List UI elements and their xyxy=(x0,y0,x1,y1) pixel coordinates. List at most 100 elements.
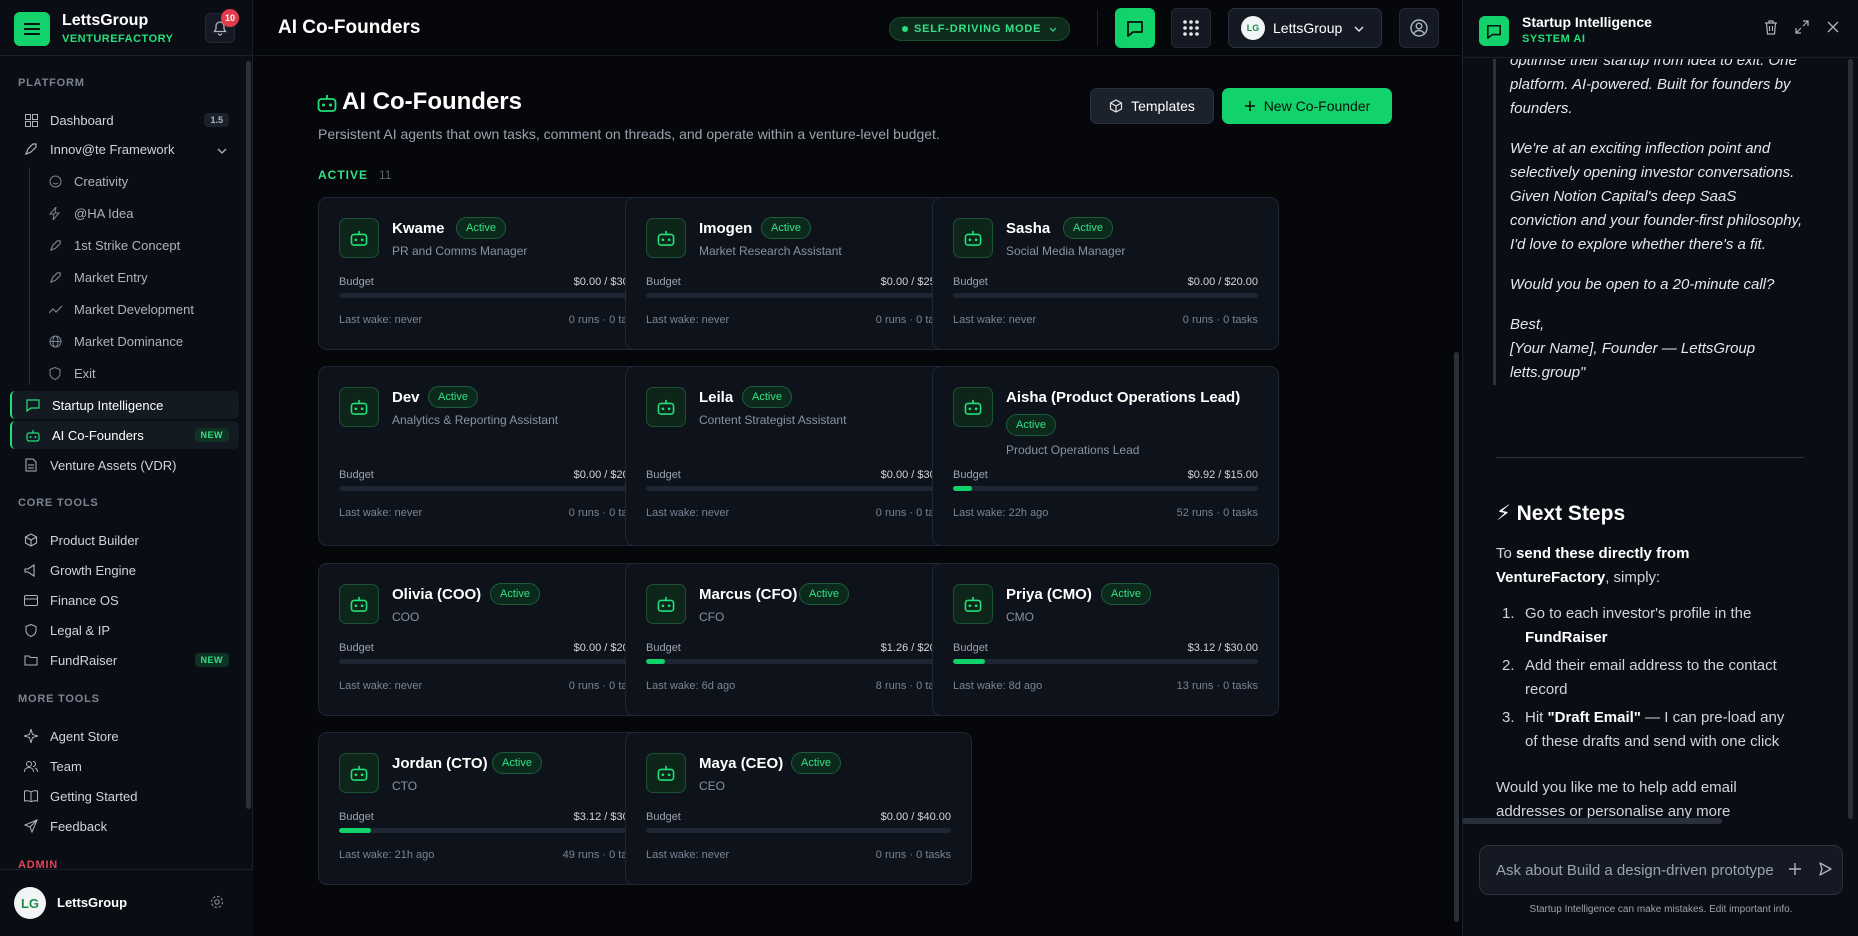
bot-icon xyxy=(657,765,675,781)
apps-grid-button[interactable] xyxy=(1171,8,1211,48)
budget-label: Budget xyxy=(953,276,988,288)
sidebar-item-startup-intelligence[interactable]: Startup Intelligence xyxy=(10,391,239,419)
sidebar-item-ai-cofounders[interactable]: AI Co-Founders NEW xyxy=(10,421,239,449)
sidebar-item-framework[interactable]: Innov@te Framework xyxy=(10,135,239,163)
new-badge: NEW xyxy=(194,653,229,667)
close-icon[interactable] xyxy=(1827,20,1839,38)
last-wake: Last wake: 22h ago xyxy=(953,507,1049,519)
agent-card[interactable]: Sasha Active Social Media Manager Budget $0.… xyxy=(932,197,1279,350)
sidebar-item-label: Innov@te Framework xyxy=(50,141,175,157)
chevron-down-icon xyxy=(217,142,227,157)
sidebar: LettsGroup VENTUREFACTORY 10 PLATFORM Da… xyxy=(0,0,253,936)
sidebar-item-product-builder[interactable]: Product Builder xyxy=(10,526,239,554)
agent-card[interactable]: Imogen Active Market Research Assistant Bud… xyxy=(625,197,972,350)
agent-card[interactable]: Maya (CEO) Active CEO Budget $0.00 / $40.00 L… xyxy=(625,732,972,885)
gear-icon[interactable] xyxy=(210,895,224,914)
trash-icon[interactable] xyxy=(1764,20,1778,40)
chat-icon xyxy=(26,398,40,412)
list-text: Go to each investor's profile in the xyxy=(1525,605,1752,622)
bot-icon xyxy=(964,230,982,246)
card-icon xyxy=(24,593,38,607)
agent-card[interactable]: Leila Active Content Strategist Assistant B… xyxy=(625,366,972,546)
sidebar-item-getting-started[interactable]: Getting Started xyxy=(10,782,239,810)
sidebar-item-market-entry[interactable]: Market Entry xyxy=(36,263,239,291)
agent-card[interactable]: Dev Active Analytics & Reporting Assistant… xyxy=(318,366,665,546)
tree-line xyxy=(29,167,30,385)
sidebar-item-venture-assets[interactable]: Venture Assets (VDR) xyxy=(10,451,239,479)
sidebar-item-agent-store[interactable]: Agent Store xyxy=(10,722,239,750)
sidebar-item-legal-ip[interactable]: Legal & IP xyxy=(10,616,239,644)
main-content: AI Co-Founders Persistent AI agents that… xyxy=(254,57,1461,936)
sidebar-item-market-development[interactable]: Market Development xyxy=(36,295,239,323)
user-menu-button[interactable] xyxy=(1399,8,1439,48)
org-avatar: LG xyxy=(1241,16,1265,40)
version-badge: 1.5 xyxy=(204,113,229,127)
sidebar-item-label: Startup Intelligence xyxy=(52,397,164,413)
expand-icon[interactable] xyxy=(1795,20,1809,39)
self-driving-mode-toggle[interactable]: SELF-DRIVING MODE xyxy=(889,17,1071,41)
org-name: LettsGroup xyxy=(1273,20,1343,36)
org-switcher[interactable]: LG LettsGroup xyxy=(1228,8,1382,48)
sidebar-item-label: Creativity xyxy=(74,173,129,189)
sidebar-item-first-strike[interactable]: 1st Strike Concept xyxy=(36,231,239,259)
list-number: 2. xyxy=(1502,657,1515,674)
chat-toggle-button[interactable] xyxy=(1115,8,1155,48)
sidebar-item-fundraiser[interactable]: FundRaiser NEW xyxy=(10,646,239,674)
sidebar-item-dashboard[interactable]: Dashboard 1.5 xyxy=(10,106,239,134)
assistant-input[interactable] xyxy=(1496,859,1776,894)
budget-progress-bar xyxy=(953,659,1258,664)
budget-progress-bar xyxy=(646,293,951,298)
sidebar-item-creativity[interactable]: Creativity xyxy=(36,167,239,195)
footer-org-name: LettsGroup xyxy=(57,895,128,910)
sidebar-item-label: 1st Strike Concept xyxy=(74,237,181,253)
assistant-messages: optimise their startup from idea to exit… xyxy=(1463,59,1858,823)
status-badge: Active xyxy=(799,583,849,605)
sidebar-item-team[interactable]: Team xyxy=(10,752,239,780)
new-cofounder-button[interactable]: New Co-Founder xyxy=(1222,88,1392,124)
sidebar-item-market-dominance[interactable]: Market Dominance xyxy=(36,327,239,355)
section-label-more: MORE TOOLS xyxy=(18,693,100,705)
run-count: 0 runs · 0 tasks xyxy=(875,849,951,861)
new-badge: NEW xyxy=(194,428,229,442)
plus-icon[interactable] xyxy=(1788,862,1802,881)
section-description: Persistent AI agents that own tasks, com… xyxy=(318,126,940,142)
agent-card[interactable]: Jordan (CTO) Active CTO Budget $3.12 / $30.0… xyxy=(318,732,665,885)
main-scrollbar[interactable] xyxy=(1454,352,1459,922)
agent-name: Leila xyxy=(699,389,734,406)
status-badge: Active xyxy=(1101,583,1151,605)
budget-progress-bar xyxy=(339,828,644,833)
team-icon xyxy=(24,759,38,773)
sidebar-item-feedback[interactable]: Feedback xyxy=(10,812,239,840)
bot-icon xyxy=(657,596,675,612)
agent-card[interactable]: Marcus (CFO) Active CFO Budget $1.26 / $20.0… xyxy=(625,563,972,716)
list-bold: "Draft Email" xyxy=(1547,709,1641,726)
agent-card[interactable]: Kwame Active PR and Comms Manager Budget $0.… xyxy=(318,197,665,350)
bot-icon xyxy=(657,399,675,415)
sidebar-item-ha-idea[interactable]: @HA Idea xyxy=(36,199,239,227)
agent-card[interactable]: Olivia (COO) Active COO Budget $0.00 / $20.0… xyxy=(318,563,665,716)
sidebar-item-label: Venture Assets (VDR) xyxy=(50,457,177,473)
section-label-platform: PLATFORM xyxy=(18,77,85,89)
list-text: Add their email address to the contact r… xyxy=(1525,657,1777,698)
sidebar-item-exit[interactable]: Exit xyxy=(36,359,239,387)
active-section-label: ACTIVE xyxy=(318,168,369,182)
send-icon[interactable] xyxy=(1818,862,1832,881)
agent-role: CEO xyxy=(699,779,726,793)
sidebar-item-finance-os[interactable]: Finance OS xyxy=(10,586,239,614)
budget-progress-fill xyxy=(953,486,972,491)
agent-name: Aisha (Product Operations Lead) xyxy=(1006,389,1241,406)
horizontal-scrollbar[interactable] xyxy=(1462,818,1722,824)
menu-toggle-button[interactable] xyxy=(14,12,50,46)
budget-progress-bar xyxy=(646,828,951,833)
agent-card[interactable]: Aisha (Product Operations Lead) Active Pro… xyxy=(932,366,1279,546)
agent-card[interactable]: Priya (CMO) Active CMO Budget $3.12 / $30.00… xyxy=(932,563,1279,716)
package-icon xyxy=(1109,99,1123,113)
folder-icon xyxy=(24,653,38,667)
status-dot-icon xyxy=(902,26,908,32)
avatar[interactable]: LG xyxy=(14,887,46,919)
assistant-scrollbar[interactable] xyxy=(1848,59,1853,819)
sidebar-item-growth-engine[interactable]: Growth Engine xyxy=(10,556,239,584)
sidebar-scrollbar[interactable] xyxy=(246,61,251,809)
templates-button[interactable]: Templates xyxy=(1090,88,1214,124)
budget-label: Budget xyxy=(646,642,681,654)
